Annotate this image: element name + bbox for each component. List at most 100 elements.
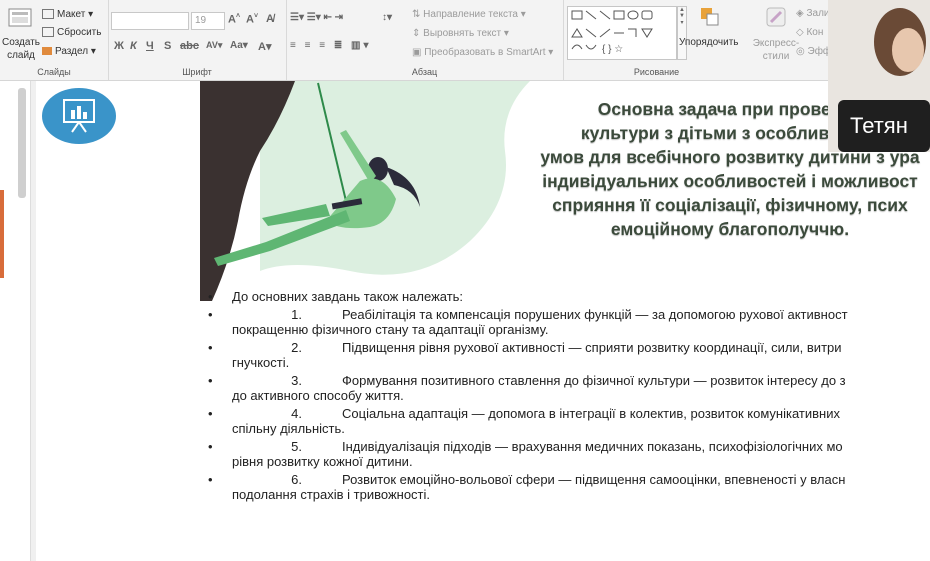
bullet-icon: • bbox=[208, 307, 213, 322]
bullet-icon: • bbox=[208, 340, 213, 355]
layout-label: Макет bbox=[57, 9, 86, 20]
item-number: 5. bbox=[291, 439, 302, 454]
underline-icon[interactable]: Ч bbox=[146, 40, 154, 52]
item-text: Формування позитивного ставлення до фізи… bbox=[342, 373, 846, 388]
thumbnails-scrollbar[interactable] bbox=[18, 88, 26, 198]
font-size-box[interactable]: 19 bbox=[191, 12, 225, 30]
smartart-button[interactable]: ▣ Преобразовать в SmartArt ▾ bbox=[412, 47, 553, 58]
new-slide-button[interactable]: Создать слайд bbox=[2, 6, 41, 62]
align-text-button[interactable]: ⇕ Выровнять текст ▾ bbox=[412, 28, 509, 39]
layout-icon bbox=[42, 9, 54, 20]
list-item: • 4. Соціальна адаптація — допомога в інте… bbox=[206, 406, 930, 436]
new-slide-icon bbox=[8, 8, 32, 27]
item-text: Реабілітація та компенсація порушених фу… bbox=[342, 307, 848, 322]
bullet-icon: • bbox=[208, 472, 213, 487]
presentation-logo bbox=[42, 88, 116, 144]
grow-font-icon[interactable]: A˄ bbox=[228, 13, 240, 26]
font-color-icon[interactable]: A▾ bbox=[258, 40, 271, 53]
reset-button[interactable]: Сбросить bbox=[42, 27, 101, 38]
quick-styles-button[interactable]: Экспресс-стили bbox=[749, 6, 801, 62]
item-text: Підвищення рівня рухової активності — сп… bbox=[342, 340, 842, 355]
slides-group-label: Слайды bbox=[37, 67, 71, 77]
slide-canvas[interactable]: Основна задача при проведен культури з д… bbox=[200, 81, 930, 561]
quick-styles-label: Экспресс-стили bbox=[752, 38, 800, 62]
text-direction-label: Направление текста bbox=[423, 9, 518, 20]
item-text-cont: гнучкості. bbox=[232, 355, 290, 370]
list-item: • 1. Реабілітація та компенсація порушених… bbox=[206, 307, 930, 337]
item-text-cont: спільну діяльність. bbox=[232, 421, 345, 436]
align-text-label: Выровнять текст bbox=[423, 28, 502, 39]
item-number: 1. bbox=[291, 307, 302, 322]
participant-name: Тетян bbox=[850, 113, 908, 138]
bold-icon[interactable]: Ж bbox=[114, 40, 124, 52]
case-icon[interactable]: Aa▾ bbox=[230, 40, 248, 51]
current-slide-marker bbox=[0, 190, 4, 278]
reset-icon bbox=[42, 27, 54, 38]
align-icons[interactable]: ≡ ≡ ≡ ≣ ▥▾ bbox=[290, 40, 371, 51]
list-item: • До основних завдань також належать: bbox=[206, 289, 930, 304]
slide-thumbnails-pane[interactable] bbox=[0, 81, 31, 561]
list-item: • 6. Розвиток емоційно-вольової сфери — пі… bbox=[206, 472, 930, 502]
intro-text: До основних завдань також належать: bbox=[232, 289, 464, 304]
title-line: сприяння її соціалізації, фізичному, пси… bbox=[552, 195, 908, 215]
item-text-cont: подолання страхів і тривожності. bbox=[232, 487, 431, 502]
item-text: Розвиток емоційно-вольової сфери — підви… bbox=[342, 472, 846, 487]
climber-illustration bbox=[200, 81, 530, 301]
item-number: 4. bbox=[291, 406, 302, 421]
shrink-font-icon[interactable]: A˅ bbox=[246, 13, 258, 26]
list-item: • 3. Формування позитивного ставлення до ф… bbox=[206, 373, 930, 403]
paragraph-group-label: Абзац bbox=[411, 67, 438, 77]
title-line: емоційному благополуччю. bbox=[610, 219, 850, 239]
item-number: 3. bbox=[291, 373, 302, 388]
spacing-icon[interactable]: AV▾ bbox=[206, 40, 222, 51]
text-direction-button[interactable]: ⇅ Направление текста ▾ bbox=[412, 9, 526, 20]
slides-group: Создать слайд Макет ▾ Сбросить Раздел ▾ … bbox=[0, 0, 109, 80]
line-spacing-icon[interactable]: ↕▾ bbox=[382, 12, 392, 23]
participant-name-badge: Тетян bbox=[838, 100, 930, 152]
font-size-value: 19 bbox=[195, 15, 207, 26]
italic-icon[interactable]: К bbox=[130, 40, 137, 52]
new-slide-label: Создать слайд bbox=[2, 37, 41, 61]
item-text-cont: покращенню фізичного стану та адаптації … bbox=[232, 322, 549, 337]
font-group: 19 A˄ A˅ A̸ Ж К Ч S abc AV▾ Aa▾ A▾ Шрифт bbox=[108, 0, 287, 80]
list-item: • 5. Індивідуалізація підходів — врахуванн… bbox=[206, 439, 930, 469]
presentation-icon bbox=[63, 99, 95, 133]
shape-effects-button[interactable]: ◎ Эфф bbox=[796, 46, 831, 57]
bullet-icon: • bbox=[208, 439, 213, 454]
shape-outline-button[interactable]: ◇ Кон bbox=[796, 27, 823, 38]
shape-fill-button[interactable]: ◈ Зали bbox=[796, 8, 830, 19]
ribbon: Создать слайд Макет ▾ Сбросить Раздел ▾ … bbox=[0, 0, 930, 81]
item-text: Індивідуалізація підходів — врахування м… bbox=[342, 439, 843, 454]
drawing-group-label: Рисование bbox=[633, 67, 680, 77]
item-text-cont: до активного способу життя. bbox=[232, 388, 404, 403]
arrange-label: Упорядочить bbox=[679, 37, 739, 48]
section-label: Раздел bbox=[55, 46, 89, 57]
shadow-icon[interactable]: S bbox=[164, 40, 171, 52]
slide-body: • До основних завдань також належать: • 1.… bbox=[206, 289, 930, 505]
layout-button[interactable]: Макет ▾ bbox=[42, 9, 93, 20]
shape-outline-label: Кон bbox=[806, 27, 824, 38]
bullet-icon: • bbox=[208, 406, 213, 421]
arrange-button[interactable]: Упорядочить bbox=[679, 6, 743, 62]
shapes-icon: { } ☆ bbox=[571, 10, 653, 55]
shapes-gallery[interactable]: { } ☆ bbox=[567, 6, 677, 60]
bullet-icon: • bbox=[208, 289, 213, 304]
drawing-group: { } ☆ ▲ ▼ ▾ Упорядочить Экспресс-стили ◈ З… bbox=[563, 0, 831, 80]
smartart-label: Преобразовать в SmartArt bbox=[424, 47, 546, 58]
strike-icon[interactable]: abc bbox=[180, 40, 199, 52]
item-number: 2. bbox=[291, 340, 302, 355]
shape-fill-label: Зали bbox=[806, 8, 830, 19]
font-group-label: Шрифт bbox=[182, 67, 212, 77]
paragraph-group: ☰▾ ☰▾ ⇤ ⇥ ↕▾ ≡ ≡ ≡ ≣ ▥▾ ⇅ Направление те… bbox=[286, 0, 564, 80]
bullets-icon[interactable]: ☰▾ ☰▾ ⇤ ⇥ bbox=[290, 12, 343, 23]
svg-text:{ } ☆: { } ☆ bbox=[602, 44, 623, 55]
section-button[interactable]: Раздел ▾ bbox=[42, 46, 96, 57]
item-text: Соціальна адаптація — допомога в інтегра… bbox=[342, 406, 840, 421]
font-name-box[interactable] bbox=[111, 12, 189, 30]
title-line: індивідуальних особливостей і можливост bbox=[542, 171, 918, 191]
secondary-pane bbox=[36, 81, 201, 561]
list-item: • 2. Підвищення рівня рухової активності —… bbox=[206, 340, 930, 370]
item-number: 6. bbox=[291, 472, 302, 487]
section-icon bbox=[42, 47, 52, 56]
clear-format-icon[interactable]: A̸ bbox=[266, 13, 274, 25]
